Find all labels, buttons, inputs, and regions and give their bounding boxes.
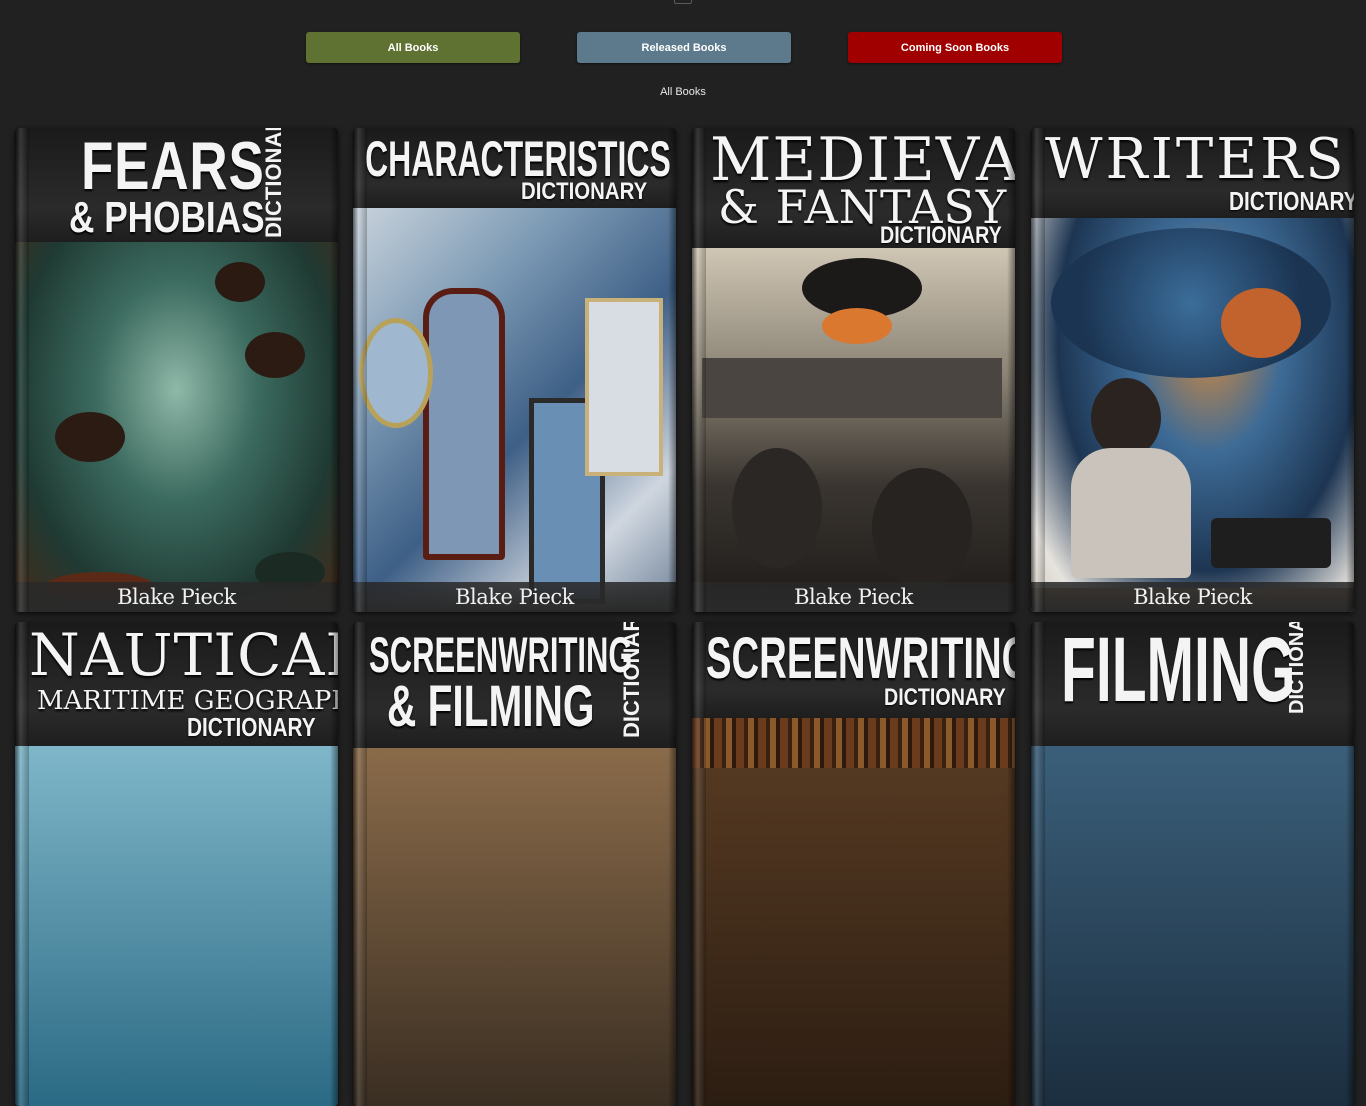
cover-title-line2: & PHOBIAS bbox=[69, 193, 265, 242]
cover-art-spiders-snakes bbox=[15, 242, 338, 612]
cover-title: SCREENWRITING bbox=[706, 626, 1015, 691]
cover-title: NAUTICAL bbox=[29, 622, 338, 689]
cover-title-band: CHARACTERISTICS DICTIONARY bbox=[353, 128, 676, 208]
book-card-screenwriting[interactable]: SCREENWRITING DICTIONARY bbox=[692, 622, 1015, 1106]
cover-title-band: SCREENWRITING & FILMING DICTIONARY bbox=[353, 622, 676, 748]
cover-title-band: NAUTICAL MARITIME GEOGRAPHY DICTIONARY bbox=[15, 622, 338, 746]
section-heading: All Books bbox=[660, 86, 706, 98]
book-card-writers[interactable]: WRITERS DICTIONARY Blake Pieck bbox=[1031, 128, 1354, 612]
cover-author: Blake Pieck bbox=[15, 582, 338, 612]
cover-art-sea-map bbox=[15, 746, 338, 1106]
coming-soon-books-button[interactable]: Coming Soon Books bbox=[848, 32, 1062, 63]
menu-toggle-icon[interactable] bbox=[674, 0, 692, 4]
cover-art-film-set bbox=[1031, 746, 1354, 1106]
cover-title-band: SCREENWRITING DICTIONARY bbox=[692, 622, 1015, 718]
cover-title-band: WRITERS DICTIONARY bbox=[1031, 128, 1354, 218]
cover-subtitle: DICTIONARY bbox=[880, 222, 1002, 249]
cover-art-dragon-knights bbox=[692, 248, 1015, 612]
filter-bar: All Books Released Books Coming Soon Boo… bbox=[0, 32, 1366, 64]
released-books-button[interactable]: Released Books bbox=[577, 32, 791, 63]
cover-author: Blake Pieck bbox=[1031, 582, 1354, 612]
cover-art-writer-typewriter bbox=[1031, 218, 1354, 612]
cover-title-band: FILMING DICTIONARY bbox=[1031, 622, 1354, 746]
cover-title-band: FEARS & PHOBIAS DICTIONARY bbox=[15, 128, 338, 242]
cover-title: FEARS bbox=[81, 128, 265, 204]
book-card-nautical[interactable]: NAUTICAL MARITIME GEOGRAPHY DICTIONARY bbox=[15, 622, 338, 1106]
book-card-medieval-fantasy[interactable]: MEDIEVAL & FANTASY DICTIONARY Blake Piec… bbox=[692, 128, 1015, 612]
cover-art-mirrors bbox=[353, 208, 676, 612]
cover-author: Blake Pieck bbox=[692, 582, 1015, 612]
cover-subtitle: DICTIONARY bbox=[884, 684, 1006, 711]
cover-title-line2: & FILMING bbox=[387, 674, 595, 739]
cover-title: SCREENWRITING bbox=[369, 627, 633, 683]
cover-art-bookshelves bbox=[692, 718, 1015, 1106]
cover-title-line2: MARITIME GEOGRAPHY bbox=[37, 686, 338, 716]
book-card-fears-phobias[interactable]: FEARS & PHOBIAS DICTIONARY Blake Pieck bbox=[15, 128, 338, 612]
cover-subtitle: DICTIONARY bbox=[1286, 622, 1308, 714]
cover-title: WRITERS bbox=[1045, 128, 1347, 192]
book-card-filming[interactable]: FILMING DICTIONARY bbox=[1031, 622, 1354, 1106]
cover-title: FILMING bbox=[1061, 622, 1296, 721]
cover-subtitle: DICTIONARY bbox=[619, 622, 644, 738]
cover-author: Blake Pieck bbox=[353, 582, 676, 612]
cover-art-film-reels bbox=[353, 748, 676, 1106]
cover-title: CHARACTERISTICS bbox=[365, 131, 671, 187]
all-books-button[interactable]: All Books bbox=[306, 32, 520, 63]
book-card-characteristics[interactable]: CHARACTERISTICS DICTIONARY Blake Pieck bbox=[353, 128, 676, 612]
cover-subtitle: DICTIONARY bbox=[1229, 186, 1354, 216]
cover-subtitle: DICTIONARY bbox=[521, 178, 648, 205]
cover-title-band: MEDIEVAL & FANTASY DICTIONARY bbox=[692, 128, 1015, 248]
cover-subtitle: DICTIONARY bbox=[261, 128, 286, 238]
book-card-screenwriting-filming[interactable]: SCREENWRITING & FILMING DICTIONARY bbox=[353, 622, 676, 1106]
cover-subtitle: DICTIONARY bbox=[187, 712, 316, 742]
